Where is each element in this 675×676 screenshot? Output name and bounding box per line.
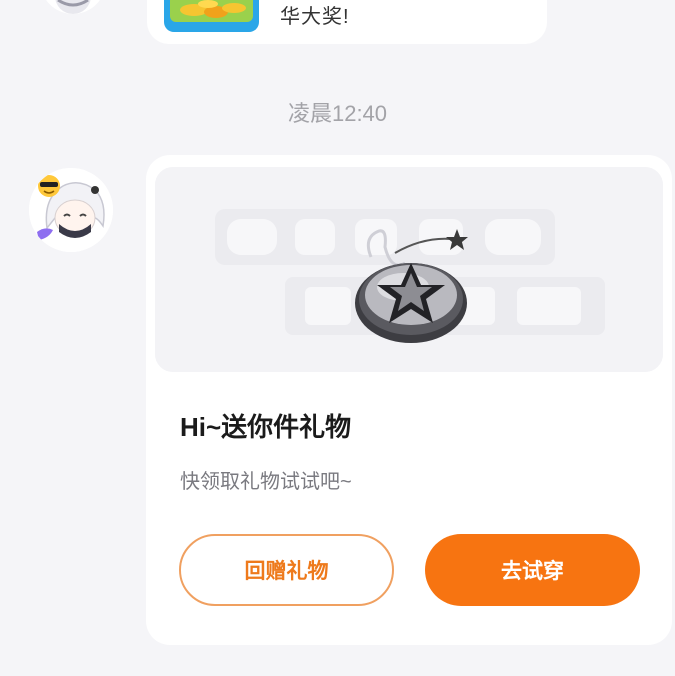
previous-message-thumbnail [164, 0, 259, 32]
gift-subtitle: 快领取礼物试试吧~ [180, 471, 352, 493]
try-on-button[interactable]: 去试穿 [425, 534, 640, 606]
previous-message-text: 华大奖! [280, 6, 350, 28]
previous-message-card[interactable]: 华大奖! [147, 0, 547, 44]
message-timestamp: 凌晨12:40 [287, 101, 388, 126]
gift-message-card[interactable]: Hi~送你件礼物 快领取礼物试试吧~ 回赠礼物 去试穿 [146, 155, 672, 645]
anime-character-avatar-icon [29, 168, 113, 252]
return-gift-button[interactable]: 回赠礼物 [179, 534, 394, 606]
gift-title: Hi~送你件礼物 [180, 412, 352, 442]
gift-preview-image[interactable] [155, 167, 663, 372]
star-badge-item-icon [155, 167, 663, 372]
sender-avatar[interactable] [29, 168, 113, 252]
avatar-icon [40, 0, 106, 14]
previous-sender-avatar[interactable] [40, 0, 106, 14]
